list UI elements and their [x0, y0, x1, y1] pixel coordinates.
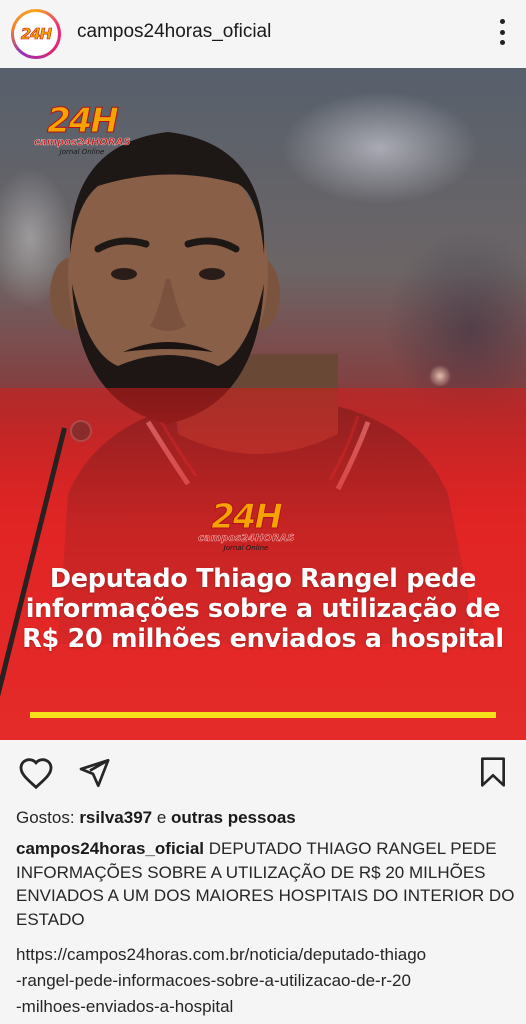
dot: [499, 40, 505, 45]
logo-tagline: Jornal Online: [59, 148, 105, 156]
caption-link-line: -rangel-pede-informacoes-sobre-a-utiliza…: [16, 971, 411, 990]
more-vertical-icon[interactable]: [498, 19, 506, 45]
action-bar: [0, 742, 526, 802]
accent-underline: [30, 712, 496, 718]
avatar-inner: 24H: [14, 12, 58, 56]
post-caption: campos24horas_oficial DEPUTADO THIAGO RA…: [16, 837, 516, 931]
logo-name: campos24HORAS: [198, 533, 295, 544]
microphone-icon: [70, 420, 92, 442]
send-icon[interactable]: [77, 756, 111, 790]
logo-name: campos24HORAS: [34, 137, 131, 148]
dot: [499, 29, 505, 35]
caption-link[interactable]: https://campos24horas.com.br/noticia/dep…: [16, 942, 516, 1020]
likes-middle: e: [152, 808, 172, 827]
logo-mark: 24H: [211, 497, 284, 537]
caption-link-line: -milhoes-enviados-a-hospital: [16, 997, 234, 1016]
likes-summary[interactable]: Gostos: rsilva397 e outras pessoas: [16, 808, 296, 828]
brand-logo-top: 24H campos24HORAS Jornal Online: [34, 101, 131, 157]
post-header: 24H campos24horas_oficial: [0, 0, 526, 66]
username[interactable]: campos24horas_oficial: [77, 21, 271, 43]
bookmark-icon[interactable]: [479, 756, 507, 788]
likes-others[interactable]: outras pessoas: [171, 808, 296, 827]
caption-link-line: https://campos24horas.com.br/noticia/dep…: [16, 945, 427, 964]
heart-icon[interactable]: [18, 756, 54, 790]
dot: [499, 19, 505, 24]
avatar[interactable]: 24H: [11, 9, 61, 59]
avatar-logo: 24H: [20, 25, 52, 44]
post-headline: Deputado Thiago Rangel pede informações …: [22, 564, 504, 654]
likes-prefix: Gostos:: [16, 808, 80, 827]
liker-username[interactable]: rsilva397: [79, 808, 152, 827]
post-image[interactable]: 24H campos24HORAS Jornal Online 24H camp…: [0, 68, 526, 740]
logo-tagline: Jornal Online: [223, 544, 269, 552]
logo-mark: 24H: [47, 101, 120, 141]
caption-username[interactable]: campos24horas_oficial: [16, 839, 204, 858]
brand-logo-center: 24H campos24HORAS Jornal Online: [198, 497, 295, 553]
